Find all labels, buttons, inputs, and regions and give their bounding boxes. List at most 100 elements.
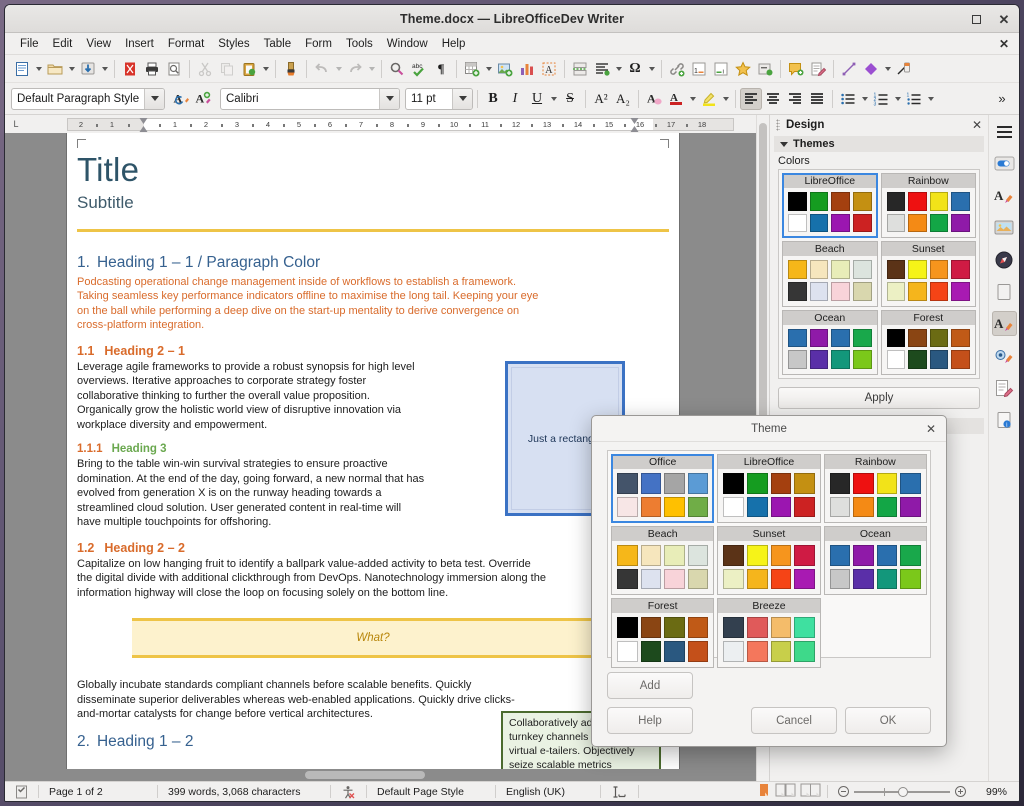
menu-help[interactable]: Help <box>435 36 473 52</box>
menu-file[interactable]: File <box>13 36 46 52</box>
close-document-button[interactable]: ✕ <box>999 37 1009 51</box>
zoom-track[interactable] <box>853 786 950 797</box>
underline-dropdown[interactable] <box>548 88 559 110</box>
spelling-icon[interactable]: abc <box>408 58 430 80</box>
multi-page-view-icon[interactable] <box>775 783 796 800</box>
export-as-pdf-icon[interactable] <box>119 58 141 80</box>
theme-card[interactable]: Forest <box>880 309 976 375</box>
add-theme-button[interactable]: Add <box>607 672 693 699</box>
theme-card[interactable]: Forest <box>611 598 715 668</box>
clear-direct-formatting-icon[interactable]: A <box>643 88 665 110</box>
menu-tools[interactable]: Tools <box>339 36 380 52</box>
unordered-list-dropdown[interactable] <box>859 88 870 110</box>
language-status[interactable]: English (UK) <box>496 782 600 801</box>
font-color-dropdown[interactable] <box>687 88 698 110</box>
insert-table-dropdown[interactable] <box>483 58 494 80</box>
theme-card[interactable]: Rainbow <box>880 173 976 239</box>
theme-dialog-theme-grid[interactable]: Office LibreOffice Rainbow Beach Sunset Ocean… <box>607 450 931 668</box>
restore-window-icon[interactable] <box>969 12 983 26</box>
menu-view[interactable]: View <box>79 36 118 52</box>
sidebar-tab-navigator-icon[interactable] <box>992 247 1017 272</box>
zoom-level-status[interactable]: 99% <box>976 782 1019 801</box>
sidebar-grip-icon[interactable] <box>776 119 780 131</box>
menu-insert[interactable]: Insert <box>118 36 161 52</box>
align-right-icon[interactable] <box>784 88 806 110</box>
zoom-out-icon[interactable] <box>837 786 849 797</box>
insert-line-icon[interactable] <box>838 58 860 80</box>
theme-card[interactable]: Ocean <box>823 526 927 596</box>
strikethrough-button[interactable]: S <box>559 88 581 110</box>
align-justified-icon[interactable] <box>806 88 828 110</box>
accessibility-check-status[interactable] <box>331 782 366 801</box>
insert-page-break-icon[interactable] <box>569 58 591 80</box>
paragraph-style-combo[interactable]: Default Paragraph Style <box>11 87 165 110</box>
sidebar-section-themes[interactable]: Themes <box>774 136 984 152</box>
find-and-replace-icon[interactable] <box>386 58 408 80</box>
theme-card[interactable]: Beach <box>782 241 878 307</box>
subscript-button[interactable]: A₂ <box>612 88 634 110</box>
theme-card[interactable]: Sunset <box>717 526 821 596</box>
ruler-corner-tab-selector[interactable]: L <box>5 119 27 129</box>
font-size-combo[interactable]: 11 pt <box>405 87 473 110</box>
horizontal-ruler[interactable]: L 2 1 1 2 3 4 5 6 7 8 9 10 11 12 13 14 1… <box>5 115 756 133</box>
font-name-combo[interactable]: Calibri <box>220 87 400 110</box>
sidebar-tab-page-icon[interactable] <box>992 279 1017 304</box>
ruler-right-indent-marker[interactable] <box>630 118 640 132</box>
help-button[interactable]: Help <box>607 707 693 734</box>
theme-card[interactable]: Rainbow <box>823 454 927 524</box>
ruler-left-indent-marker[interactable] <box>139 118 149 132</box>
bold-button[interactable]: B <box>482 88 504 110</box>
redo-icon[interactable] <box>344 58 366 80</box>
insert-table-icon[interactable] <box>461 58 483 80</box>
single-page-view-icon[interactable] <box>756 783 771 800</box>
sidebar-tab-design-icon[interactable]: A <box>991 311 1017 336</box>
redo-dropdown[interactable] <box>366 58 377 80</box>
open-document-icon[interactable] <box>44 58 66 80</box>
apply-theme-button[interactable]: Apply <box>778 386 980 409</box>
ordered-list-dropdown[interactable] <box>892 88 903 110</box>
book-view-icon[interactable] <box>800 783 821 800</box>
sidebar-settings-icon[interactable] <box>992 119 1017 144</box>
vertical-scrollbar-thumb[interactable] <box>759 123 767 423</box>
word-count-status[interactable]: 399 words, 3,068 characters <box>158 782 330 801</box>
insert-chart-icon[interactable] <box>516 58 538 80</box>
sidebar-close-icon[interactable]: ✕ <box>972 118 982 132</box>
menu-form[interactable]: Form <box>298 36 339 52</box>
theme-dialog[interactable]: Theme ✕ Office LibreOffice Rainbow Beach Sun… <box>591 415 947 747</box>
horizontal-scrollbar-thumb[interactable] <box>305 771 425 779</box>
underline-button[interactable]: U <box>526 88 548 110</box>
close-window-icon[interactable]: ✕ <box>997 12 1011 26</box>
highlight-color-dropdown[interactable] <box>720 88 731 110</box>
new-document-icon[interactable] <box>11 58 33 80</box>
open-document-dropdown[interactable] <box>66 58 77 80</box>
sidebar-tab-style-inspector-icon[interactable] <box>992 343 1017 368</box>
zoom-slider[interactable] <box>828 782 976 801</box>
document-page[interactable]: Title Subtitle 1. Heading 1 – 1 / Paragra… <box>67 133 679 781</box>
document-modified-status[interactable] <box>5 782 38 801</box>
menu-edit[interactable]: Edit <box>46 36 80 52</box>
undo-icon[interactable] <box>311 58 333 80</box>
ok-button[interactable]: OK <box>845 707 931 734</box>
insert-image-icon[interactable] <box>494 58 516 80</box>
update-selected-style-icon[interactable]: A <box>170 88 192 110</box>
insert-comment-icon[interactable] <box>785 58 807 80</box>
font-name-dropdown[interactable] <box>379 88 399 109</box>
zoom-in-icon[interactable] <box>954 786 966 797</box>
undo-dropdown[interactable] <box>333 58 344 80</box>
horizontal-scrollbar[interactable] <box>5 769 756 781</box>
italic-button[interactable]: I <box>504 88 526 110</box>
theme-card[interactable]: Beach <box>611 526 715 596</box>
sidebar-tab-accessibility-check-icon[interactable]: i <box>992 407 1017 432</box>
selection-mode-status[interactable] <box>601 782 638 801</box>
unordered-list-icon[interactable] <box>837 88 859 110</box>
copy-icon[interactable] <box>216 58 238 80</box>
insert-field-dropdown[interactable] <box>613 58 624 80</box>
basic-shapes-icon[interactable] <box>860 58 882 80</box>
insert-bookmark-icon[interactable] <box>732 58 754 80</box>
theme-card[interactable]: LibreOffice <box>717 454 821 524</box>
theme-card[interactable]: Ocean <box>782 309 878 375</box>
print-icon[interactable] <box>141 58 163 80</box>
outline-list-icon[interactable]: 1 <box>903 88 925 110</box>
toolbar-overflow-button[interactable]: » <box>991 88 1013 110</box>
new-style-from-selection-icon[interactable]: A <box>192 88 214 110</box>
